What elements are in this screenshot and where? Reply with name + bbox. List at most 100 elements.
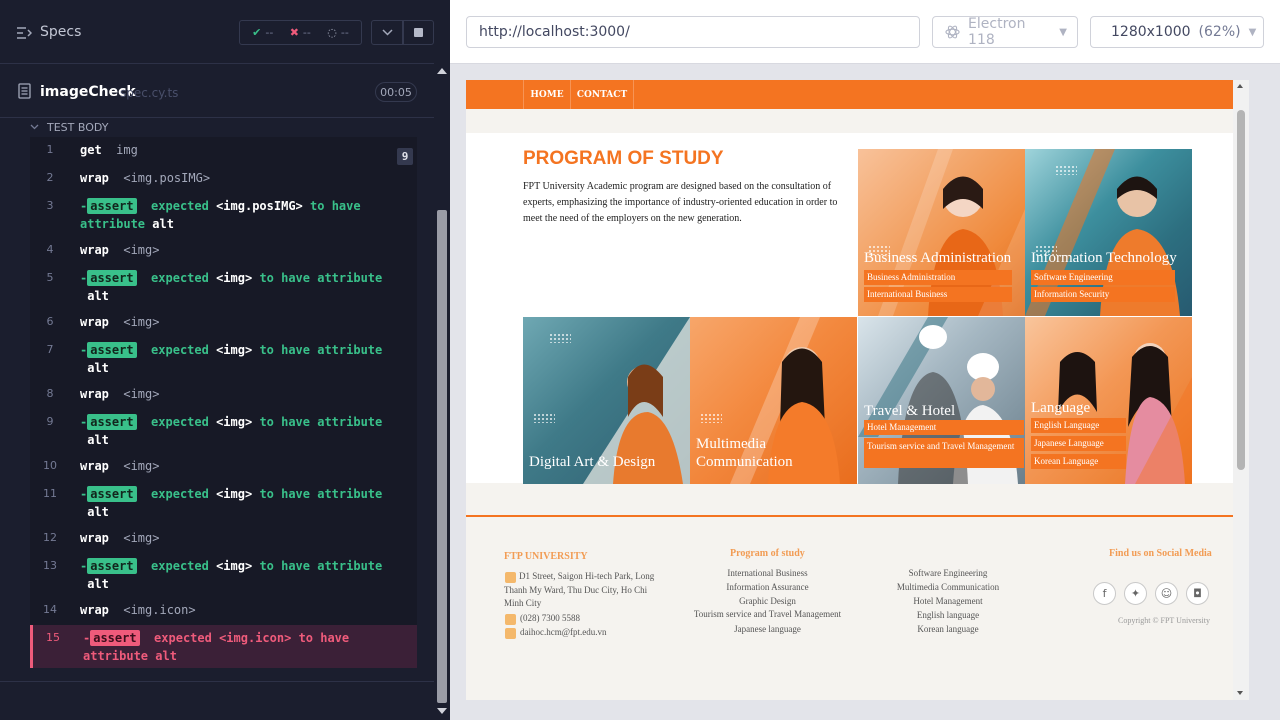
snapchat-icon[interactable]: ☺ <box>1155 582 1178 605</box>
assert-row[interactable]: 5 - assert expected <img> to have attribu… <box>30 269 417 305</box>
command-number: 3 <box>46 199 54 212</box>
instagram-icon[interactable]: ◘ <box>1186 582 1209 605</box>
tile-digital-art-design[interactable]: Digital Art & Design <box>523 317 690 484</box>
nav-contact[interactable]: CONTACT <box>570 80 634 109</box>
footer-program-link[interactable]: Software Engineering <box>868 567 1028 581</box>
tile-sub-link[interactable]: Business Administration <box>864 270 1012 285</box>
scroll-up-icon[interactable] <box>1237 84 1243 88</box>
tile-sub-link[interactable]: International Business <box>864 287 1012 302</box>
command-row[interactable]: 1 get img 9 <box>30 141 417 165</box>
tile-sub-link[interactable]: Tourism service and Travel Management <box>864 438 1024 468</box>
tile-multimedia-communication[interactable]: Multimedia Communication <box>690 317 857 484</box>
command-name: wrap <box>80 531 109 545</box>
footer-uni-title: FTP UNIVERSITY <box>504 551 588 562</box>
command-number: 5 <box>46 271 54 284</box>
tile-label: Communication <box>696 454 793 470</box>
tile-sub-link[interactable]: Hotel Management <box>864 420 1024 435</box>
twitter-icon[interactable]: ✦ <box>1124 582 1147 605</box>
facebook-icon[interactable]: f <box>1093 582 1116 605</box>
command-row[interactable]: 10 wrap <img> <box>30 457 417 475</box>
footer-program-link[interactable]: Information Assurance <box>666 581 869 595</box>
failed-assert-row[interactable]: 15 - assert expected <img.icon> to have at… <box>30 625 417 668</box>
assert-row[interactable]: 9 - assert expected <img> to have attribu… <box>30 413 417 449</box>
footer-program-link[interactable]: Japanese language <box>666 623 869 637</box>
command-name: wrap <box>80 315 109 329</box>
tile-label: Travel & Hotel <box>864 403 956 419</box>
assert-pill: assert <box>87 270 137 286</box>
footer-program-link[interactable]: Tourism service and Travel Management <box>666 608 869 622</box>
footer-program-link[interactable]: Multimedia Communication <box>868 581 1028 595</box>
tile-label: Multimedia <box>696 436 766 452</box>
assert-pill: assert <box>87 198 137 214</box>
footer-program-link[interactable]: Graphic Design <box>666 595 869 609</box>
command-name: wrap <box>80 459 109 473</box>
footer-program-link[interactable]: Hotel Management <box>868 595 1028 609</box>
assert-pill: assert <box>90 630 140 646</box>
footer-divider <box>466 515 1249 517</box>
duration-timer: 00:05 <box>375 82 417 102</box>
chevron-down-icon: ▼ <box>1248 26 1257 38</box>
nav-home[interactable]: HOME <box>523 80 570 109</box>
viewport-selector[interactable]: 1280x1000 (62%) ▼ <box>1090 16 1264 48</box>
scroll-up-icon[interactable] <box>437 68 447 74</box>
program-title: PROGRAM OF STUDY <box>523 148 724 169</box>
test-body-header[interactable]: TEST BODY <box>30 117 108 137</box>
command-number: 11 <box>43 487 57 500</box>
command-log: 1 get img 9 2 wrap <img.posIMG> 3 - asser… <box>30 137 417 668</box>
expand-button[interactable] <box>371 20 403 45</box>
tile-sub-link[interactable]: Software Engineering <box>1031 270 1175 285</box>
app-scrollbar-thumb[interactable] <box>1237 110 1245 470</box>
divider <box>0 681 434 682</box>
specs-list-icon[interactable] <box>16 25 32 41</box>
command-arg: <img> <box>123 459 160 473</box>
assert-row[interactable]: 3 - assert expected <img.posIMG> to have … <box>30 197 417 233</box>
reporter-panel: Specs ✔ -- ✖ -- ◌ -- imageCheck spec.cy.ts … <box>0 0 450 720</box>
pending-stat: ◌ -- <box>327 26 349 39</box>
command-arg: <img> <box>123 531 160 545</box>
footer-email[interactable]: daihoc.hcm@fpt.edu.vn <box>520 626 607 640</box>
site-navbar: HOME CONTACT <box>466 80 1249 109</box>
assert-row[interactable]: 7 - assert expected <img> to have attribu… <box>30 341 417 377</box>
command-row[interactable]: 12 wrap <img> <box>30 529 417 547</box>
footer-program-link[interactable]: International Business <box>666 567 869 581</box>
footer-program-link[interactable]: Korean language <box>868 623 1028 637</box>
footer-program-link[interactable]: English language <box>868 609 1028 623</box>
tile-sub-link[interactable]: Japanese Language <box>1031 436 1126 451</box>
scroll-down-icon[interactable] <box>437 708 447 714</box>
command-arg: <img> <box>123 315 160 329</box>
assert-row[interactable]: 11 - assert expected <img> to have attrib… <box>30 485 417 521</box>
electron-icon <box>945 25 960 39</box>
tile-business-administration[interactable]: Business Administration Business Adminis… <box>858 149 1025 316</box>
app-under-test: HOME CONTACT PROGRAM OF STUDY FPT Univer… <box>466 80 1249 700</box>
stop-button[interactable] <box>403 20 434 45</box>
tile-sub-link[interactable]: Korean Language <box>1031 454 1126 469</box>
x-icon: ✖ <box>289 26 299 39</box>
command-row[interactable]: 2 wrap <img.posIMG> <box>30 169 417 187</box>
specs-label[interactable]: Specs <box>40 24 81 40</box>
assert-pill: assert <box>87 342 137 358</box>
command-row[interactable]: 14 wrap <img.icon> <box>30 601 417 619</box>
command-name: wrap <box>80 243 109 257</box>
assert-row[interactable]: 13 - assert expected <img> to have attrib… <box>30 557 417 593</box>
command-arg: img <box>116 143 138 157</box>
tile-label: Digital Art & Design <box>529 454 656 470</box>
command-row[interactable]: 8 wrap <img> <box>30 385 417 403</box>
phone-icon <box>505 614 516 625</box>
tile-sub-link[interactable]: Information Security <box>1031 287 1175 302</box>
tile-information-technology[interactable]: Information Technology Software Engineer… <box>1025 149 1192 316</box>
tile-travel-hotel[interactable]: Travel & Hotel Hotel Management Tourism … <box>858 317 1025 484</box>
tile-sub-link[interactable]: English Language <box>1031 418 1126 433</box>
scroll-down-icon[interactable] <box>1237 691 1243 695</box>
chevron-down-icon: ▼ <box>1059 26 1067 38</box>
url-bar[interactable]: http://localhost:3000/ <box>466 16 920 48</box>
command-row[interactable]: 4 wrap <img> <box>30 241 417 259</box>
command-row[interactable]: 6 wrap <img> <box>30 313 417 331</box>
tile-language[interactable]: Language English Language Japanese Langu… <box>1025 317 1192 484</box>
browser-selector[interactable]: Electron 118 ▼ <box>932 16 1078 48</box>
command-name: get <box>80 143 102 157</box>
check-icon: ✔ <box>252 26 262 39</box>
dot-pattern <box>549 333 571 343</box>
spec-file-row[interactable]: imageCheck spec.cy.ts <box>0 77 434 107</box>
command-number: 6 <box>46 315 54 328</box>
scrollbar-thumb[interactable] <box>437 210 447 703</box>
